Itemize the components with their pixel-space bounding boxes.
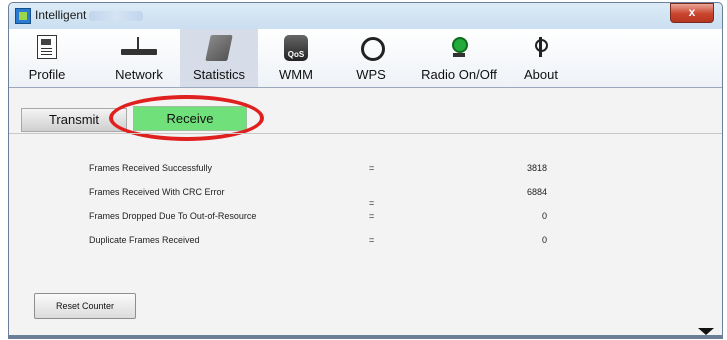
toolbar-statistics-button[interactable]: Statistics — [180, 29, 258, 87]
wps-icon — [359, 35, 385, 61]
highlight-oval — [109, 95, 264, 141]
close-button[interactable]: x — [670, 3, 714, 23]
toolbar-label-statistics: Statistics — [192, 67, 245, 82]
toolbar-about-button[interactable]: About — [519, 29, 563, 87]
stat-value: 3818 — [526, 163, 547, 173]
toolbar-network-button[interactable]: Network — [101, 29, 177, 87]
app-window: Intelligent x Profile Network Statistics… — [8, 2, 723, 339]
wmm-icon: QoS — [284, 35, 308, 61]
radio-icon — [448, 35, 470, 61]
toolbar-wmm-button[interactable]: QoS WMM — [271, 29, 321, 87]
statistics-panel: Transmit Receive Frames Received Success… — [9, 88, 722, 338]
toolbar-wps-button[interactable]: WPS — [349, 29, 393, 87]
stat-equals-stray: = — [369, 198, 375, 208]
app-icon — [15, 8, 31, 24]
toolbar-label-wps: WPS — [356, 67, 386, 82]
stat-row: Frames Dropped Due To Out-of-Resource = … — [9, 211, 722, 227]
stat-value: 0 — [541, 235, 547, 245]
stat-row: Frames Received With CRC Error 6884 — [9, 187, 722, 203]
toolbar-label-wmm: WMM — [279, 67, 313, 82]
scroll-down-arrow-icon[interactable] — [698, 328, 714, 335]
stat-label: Frames Received With CRC Error — [89, 187, 225, 197]
toolbar-label-profile: Profile — [28, 67, 66, 82]
profile-icon — [37, 35, 57, 59]
reset-counter-button[interactable]: Reset Counter — [34, 293, 136, 319]
wmm-icon-text: QoS — [287, 50, 305, 59]
toolbar: Profile Network Statistics QoS WMM WPS R… — [9, 29, 722, 88]
title-blur-decoration — [89, 11, 143, 21]
stat-equals: = — [369, 163, 375, 173]
toolbar-label-about: About — [524, 67, 558, 82]
stat-equals: = — [369, 211, 375, 221]
window-title: Intelligent — [35, 8, 87, 22]
stat-row: Frames Received Successfully = 3818 — [9, 163, 722, 179]
toolbar-label-network: Network — [115, 67, 163, 82]
stat-label: Frames Dropped Due To Out-of-Resource — [89, 211, 257, 221]
stat-value: 0 — [541, 211, 547, 221]
statistics-icon — [205, 35, 233, 61]
toolbar-profile-button[interactable]: Profile — [23, 29, 71, 87]
stat-row: Duplicate Frames Received = 0 — [9, 235, 722, 251]
window-bottom-edge — [9, 335, 722, 338]
divider — [9, 133, 722, 134]
toolbar-label-radio: Radio On/Off — [421, 67, 497, 82]
title-bar: Intelligent x — [9, 3, 722, 29]
network-icon — [121, 35, 157, 59]
stat-label: Frames Received Successfully — [89, 163, 213, 173]
toolbar-radio-button[interactable]: Radio On/Off — [414, 29, 504, 87]
stat-equals: = — [369, 235, 375, 245]
stat-label: Duplicate Frames Received — [89, 235, 200, 245]
stat-value: 6884 — [526, 187, 547, 197]
about-icon — [531, 35, 551, 61]
